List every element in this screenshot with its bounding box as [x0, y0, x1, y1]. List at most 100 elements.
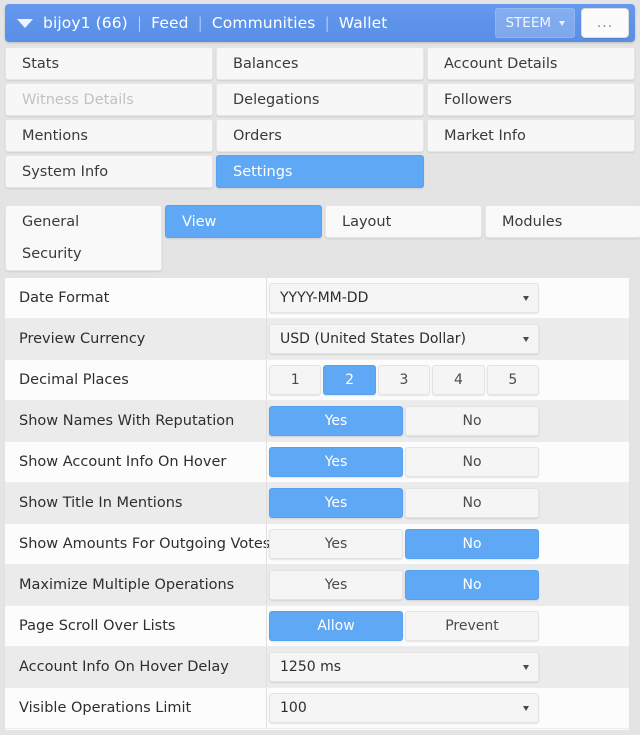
setting-label: Page Scroll Over Lists [19, 618, 176, 634]
tab-settings[interactable]: Settings [216, 155, 424, 188]
navbar-right-controls: STEEM ... [495, 8, 629, 38]
setting-segmented-control: Yes No [269, 570, 539, 600]
tab-market-info[interactable]: Market Info [427, 119, 635, 152]
app-root: bijoy1 (66) | Feed | Communities | Walle… [0, 0, 640, 735]
segment-option[interactable]: No [405, 488, 539, 518]
segment-option[interactable]: 2 [323, 365, 376, 395]
triangle-down-icon[interactable] [17, 18, 33, 28]
setting-segmented-control: Yes No [269, 529, 539, 559]
segment-option[interactable]: 3 [377, 365, 431, 395]
segment-option[interactable]: Yes [269, 529, 403, 559]
settings-row: Date Format YYYY-MM-DD [5, 278, 629, 319]
caret-down-icon [523, 337, 529, 342]
settings-row: Preview Currency USD (United States Dolla… [5, 319, 629, 360]
tab-account-details[interactable]: Account Details [427, 47, 635, 80]
caret-down-icon [523, 296, 529, 301]
column-divider [266, 401, 267, 441]
segment-option[interactable]: No [405, 447, 539, 477]
setting-label: Preview Currency [19, 331, 146, 347]
nav-link-feed[interactable]: Feed [151, 14, 188, 32]
nav-separator: | [324, 14, 330, 32]
nav-link-communities[interactable]: Communities [212, 14, 316, 32]
setting-select[interactable]: USD (United States Dollar) [269, 324, 539, 354]
setting-label: Show Title In Mentions [19, 495, 183, 511]
tab-mentions[interactable]: Mentions [5, 119, 213, 152]
subtab-view[interactable]: View [165, 205, 322, 238]
segment-option[interactable]: Yes [269, 488, 403, 518]
caret-down-icon [559, 20, 565, 26]
more-menu-button[interactable]: ... [581, 8, 629, 38]
setting-segmented-control: Yes No [269, 447, 539, 477]
column-divider [266, 565, 267, 605]
settings-row: Show Title In Mentions Yes No [5, 483, 629, 524]
setting-control: YYYY-MM-DD [269, 283, 629, 313]
column-divider [266, 319, 267, 359]
setting-segmented-control: Yes No [269, 406, 539, 436]
column-divider [266, 688, 267, 728]
segment-option[interactable]: 5 [486, 365, 540, 395]
settings-row: Show Names With Reputation Yes No [5, 401, 629, 442]
setting-label: Maximize Multiple Operations [19, 577, 235, 593]
column-divider [266, 606, 267, 646]
column-divider [266, 442, 267, 482]
settings-subtab-grid: General Security View Layout Modules [5, 205, 640, 271]
nav-account-link[interactable]: bijoy1 (66) [43, 14, 128, 32]
tab-followers[interactable]: Followers [427, 83, 635, 116]
segment-option[interactable]: Allow [269, 611, 403, 641]
segment-option[interactable]: Prevent [405, 611, 539, 641]
segment-option[interactable]: Yes [269, 406, 403, 436]
setting-select-value: 1250 ms [280, 659, 342, 675]
settings-row: Show Account Info On Hover Yes No [5, 442, 629, 483]
setting-segmented-control: Yes No [269, 488, 539, 518]
setting-select-value: USD (United States Dollar) [280, 331, 466, 347]
setting-select-value: YYYY-MM-DD [280, 290, 369, 306]
tab-stats[interactable]: Stats [5, 47, 213, 80]
tab-placeholder [427, 155, 635, 188]
setting-control: Yes No [269, 570, 629, 600]
subtab-general[interactable]: General [22, 206, 161, 238]
tab-delegations[interactable]: Delegations [216, 83, 424, 116]
subtab-security-label: Security [22, 246, 82, 262]
tab-system-info[interactable]: System Info [5, 155, 213, 188]
subtab-security[interactable]: Security [22, 238, 161, 270]
setting-select[interactable]: 1250 ms [269, 652, 539, 682]
settings-row: Decimal Places 1 2 3 4 5 [5, 360, 629, 401]
main-tab-grid: Stats Balances Account Details Witness D… [5, 47, 635, 188]
nav-links: bijoy1 (66) | Feed | Communities | Walle… [43, 14, 495, 32]
segment-option[interactable]: No [405, 529, 539, 559]
currency-selector-label: STEEM [505, 15, 551, 31]
setting-label: Decimal Places [19, 372, 129, 388]
nav-separator: | [136, 14, 143, 32]
segment-option[interactable]: 4 [432, 365, 485, 395]
nav-link-wallet[interactable]: Wallet [339, 14, 388, 32]
setting-label: Date Format [19, 290, 110, 306]
subtab-layout[interactable]: Layout [325, 205, 482, 238]
settings-row: Account Info On Hover Delay 1250 ms [5, 647, 629, 688]
segment-option[interactable]: Yes [269, 447, 403, 477]
setting-control: Yes No [269, 447, 629, 477]
column-divider [266, 360, 267, 400]
setting-segmented-control: Allow Prevent [269, 611, 539, 641]
setting-select[interactable]: YYYY-MM-DD [269, 283, 539, 313]
settings-row: Maximize Multiple Operations Yes No [5, 565, 629, 606]
currency-selector-button[interactable]: STEEM [495, 8, 575, 38]
caret-down-icon [523, 665, 529, 670]
column-divider [266, 483, 267, 523]
segment-option[interactable]: No [405, 406, 539, 436]
settings-row: Page Scroll Over Lists Allow Prevent [5, 606, 629, 647]
setting-label: Visible Operations Limit [19, 700, 192, 716]
subtab-modules[interactable]: Modules [485, 205, 640, 238]
setting-select[interactable]: 100 [269, 693, 539, 723]
segment-option[interactable]: No [405, 570, 539, 600]
setting-segmented-control: 12345 [269, 365, 540, 395]
tab-witness-details: Witness Details [5, 83, 213, 116]
setting-label: Show Names With Reputation [19, 413, 235, 429]
tab-balances[interactable]: Balances [216, 47, 424, 80]
segment-option[interactable]: Yes [269, 570, 403, 600]
tab-orders[interactable]: Orders [216, 119, 424, 152]
setting-control: 100 [269, 693, 629, 723]
settings-row: Visible Operations Limit 100 [5, 688, 629, 729]
segment-option[interactable]: 1 [269, 365, 322, 395]
top-navbar: bijoy1 (66) | Feed | Communities | Walle… [5, 4, 635, 42]
setting-label: Show Account Info On Hover [19, 454, 227, 470]
